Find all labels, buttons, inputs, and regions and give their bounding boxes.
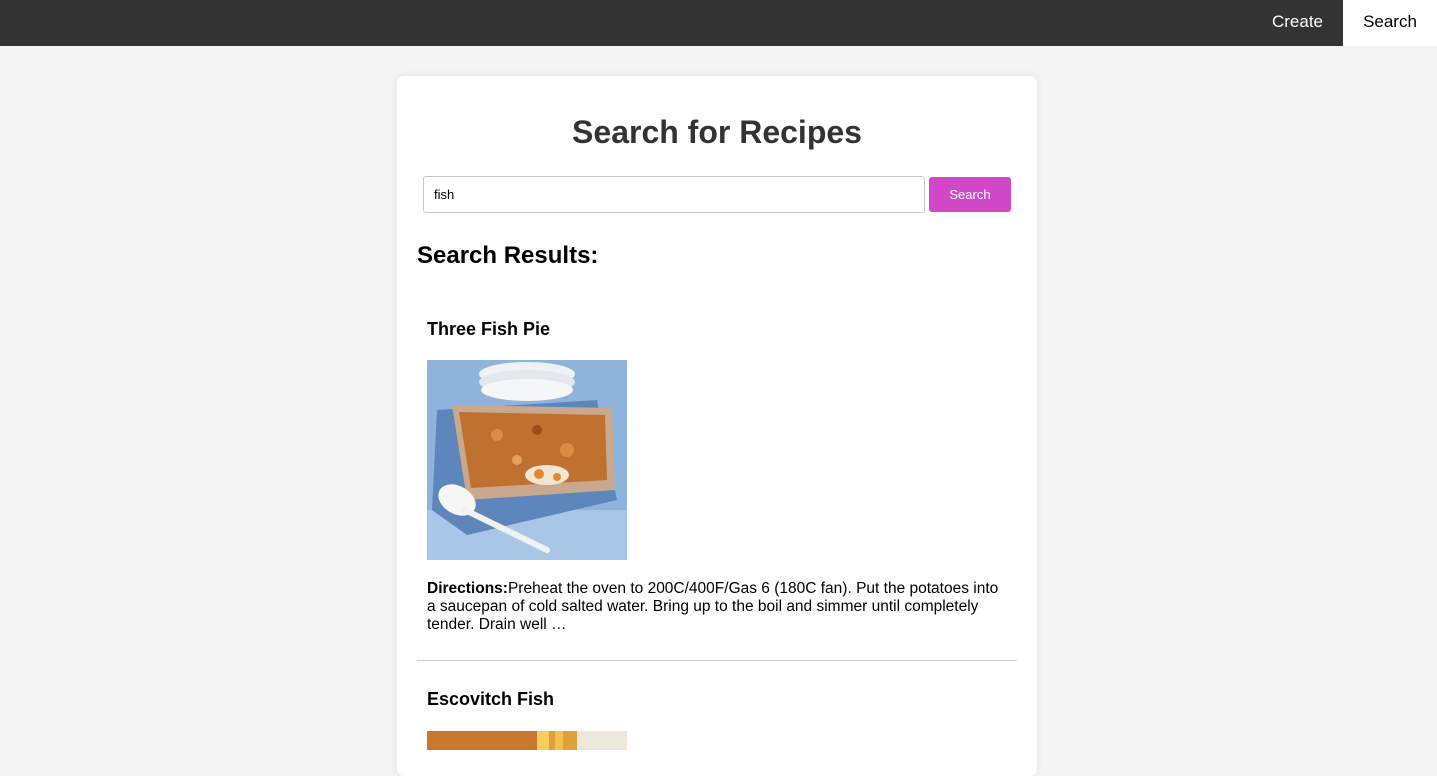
search-button[interactable]: Search <box>929 177 1011 212</box>
search-input[interactable] <box>423 176 925 213</box>
result-divider <box>417 660 1017 661</box>
top-navbar: Create Search <box>0 0 1437 46</box>
search-card: Search for Recipes Search Search Results… <box>397 76 1037 776</box>
page-title: Search for Recipes <box>572 114 862 150</box>
nav-create-link[interactable]: Create <box>1252 0 1343 46</box>
nav-search-link[interactable]: Search <box>1343 0 1437 46</box>
recipe-image-fish-pie <box>427 360 627 560</box>
directions-text: Preheat the oven to 200C/400F/Gas 6 (180… <box>427 580 999 633</box>
recipe-title[interactable]: Three Fish Pie <box>427 319 550 340</box>
recipe-image-escovitch-fish <box>427 731 627 750</box>
directions-label: Directions: <box>427 580 508 597</box>
results-heading: Search Results: <box>417 242 599 269</box>
recipe-title[interactable]: Escovitch Fish <box>427 689 554 710</box>
recipe-directions: Directions:Preheat the oven to 200C/400F… <box>427 580 1007 634</box>
